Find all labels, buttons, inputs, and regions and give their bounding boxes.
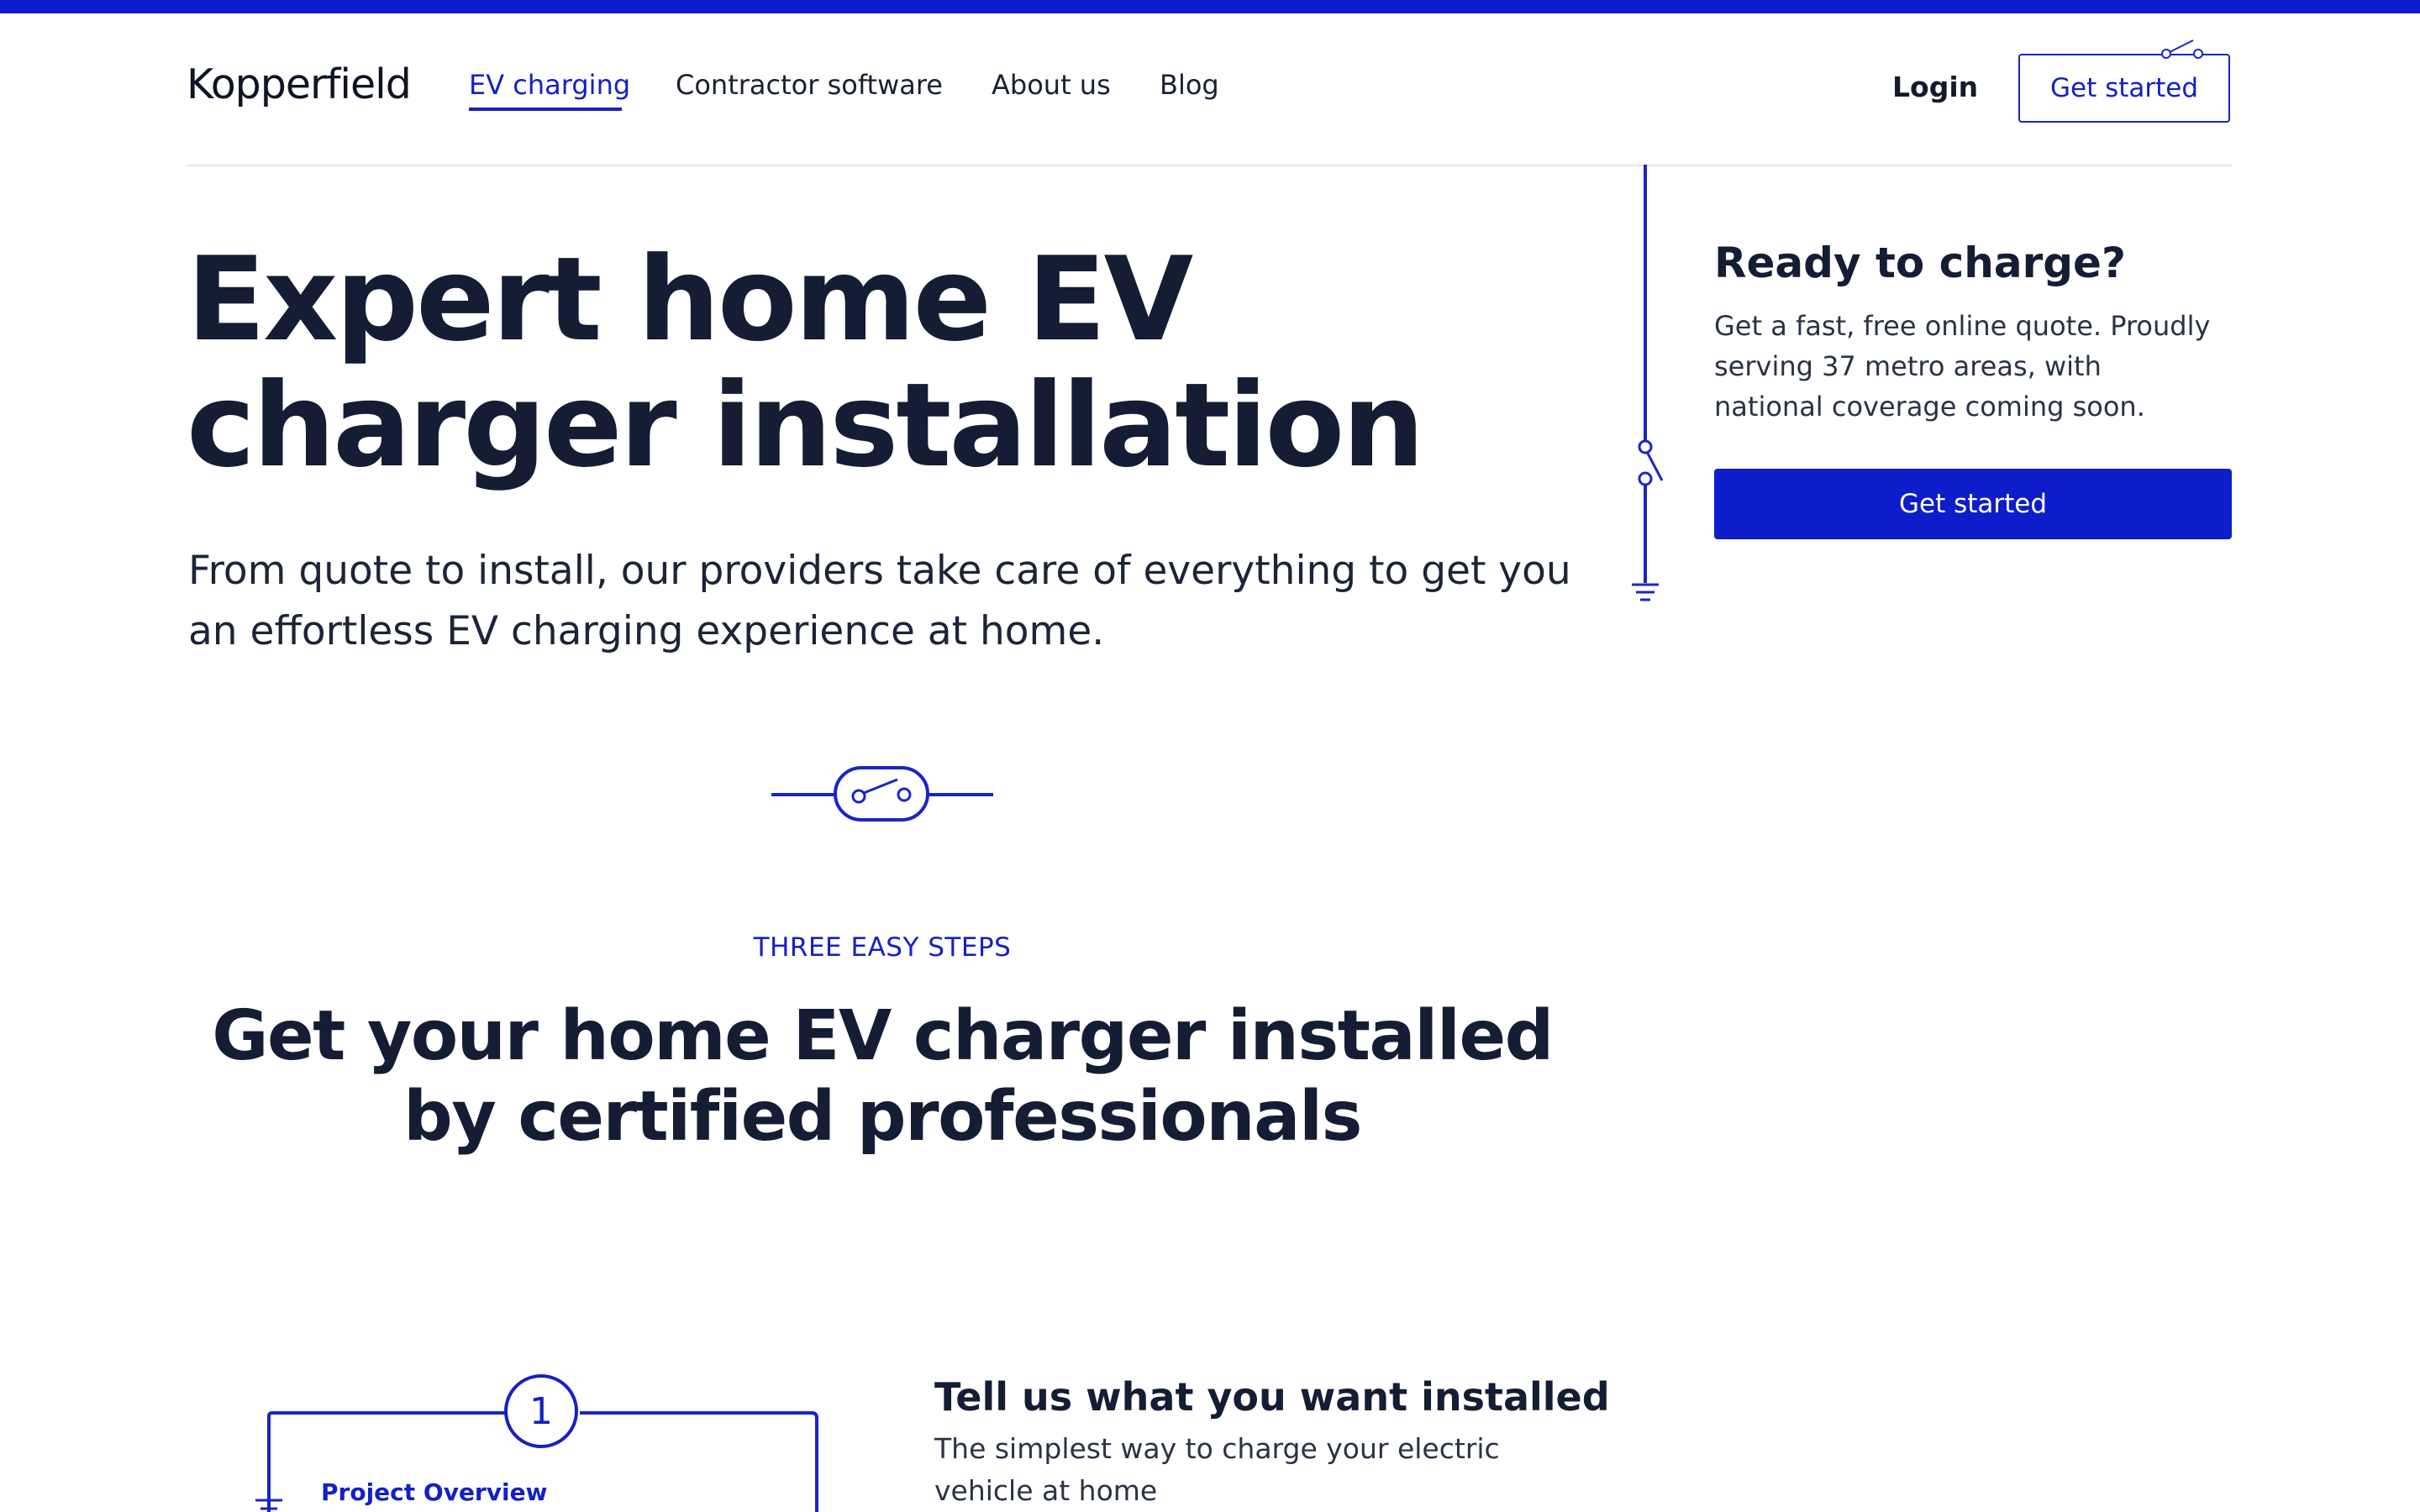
nav-about-us[interactable]: About us [992, 69, 1111, 101]
nav-ev-charging[interactable]: EV charging [469, 69, 630, 101]
switch-icon [2161, 39, 2203, 59]
section-title: Get your home EV charger installed by ce… [212, 996, 1554, 1157]
project-overview-label: Project Overview [321, 1478, 548, 1506]
step-text: The simplest way to charge your electric… [934, 1432, 1500, 1507]
header-get-started-button[interactable]: Get started [2018, 54, 2230, 123]
circuit-switch-ground-icon [1632, 165, 1664, 601]
switch-divider-icon [771, 766, 993, 822]
nav-contractor-software[interactable]: Contractor software [676, 69, 943, 101]
section-eyebrow: THREE EASY STEPS [753, 932, 1012, 963]
active-nav-underline [469, 108, 622, 111]
header-divider [187, 165, 2232, 166]
step-number-badge: 1 [504, 1374, 578, 1448]
step-title: Tell us what you want installed [934, 1374, 1610, 1420]
hero-subtitle: From quote to install, our providers tak… [188, 548, 1571, 654]
login-link[interactable]: Login [1892, 71, 1978, 103]
card-get-started-button[interactable]: Get started [1714, 469, 2232, 539]
card-text: Get a fast, free online quote. Proudly s… [1714, 310, 2211, 423]
nav-blog[interactable]: Blog [1160, 69, 1219, 101]
card-title: Ready to charge? [1714, 239, 2126, 287]
hero-title: Expert home EV charger installation [187, 232, 1425, 493]
kopperfield-logo[interactable]: Kopperfield [187, 60, 412, 108]
top-accent-bar [0, 0, 2420, 13]
